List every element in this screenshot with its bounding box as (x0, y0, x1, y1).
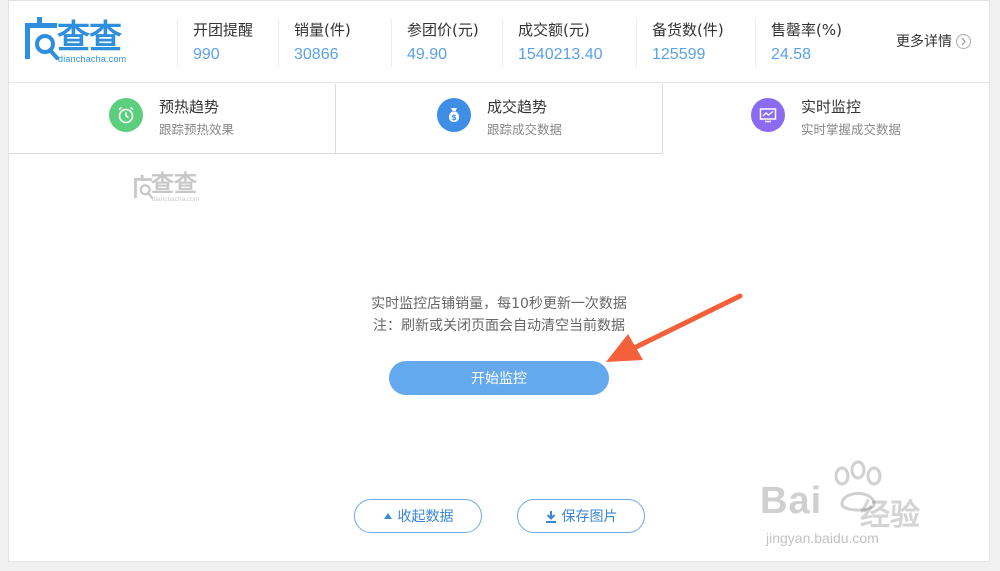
collapse-data-button[interactable]: 收起数据 (354, 499, 482, 533)
stat-stock: 备货数(件) 125599 (636, 19, 724, 67)
stat-value: 125599 (652, 46, 706, 63)
stat-label: 参团价(元) (407, 21, 479, 39)
start-monitor-button[interactable]: 开始监控 (389, 361, 609, 395)
stat-label: 销量(件) (294, 21, 351, 39)
baidu-brand: Bai (760, 480, 823, 522)
monitor-description: 实时监控店铺销量，每10秒更新一次数据 (371, 296, 627, 312)
more-details-label: 更多详情 (896, 34, 952, 50)
stat-value: 990 (193, 46, 220, 63)
tab-preheat-trend[interactable]: 预热趋势 跟踪预热效果 (109, 84, 329, 154)
triangle-up-icon (383, 512, 393, 520)
chevron-right-icon (956, 33, 971, 49)
tab-subtitle: 实时掌握成交数据 (801, 122, 902, 137)
logo-domain-text: dianchacha.com (58, 54, 127, 64)
tab-divider (9, 153, 663, 154)
save-image-label: 保存图片 (561, 509, 618, 525)
stat-sellout-rate: 售罄率(%) 24.58 (755, 19, 842, 67)
stat-value: 1540213.40 (518, 46, 603, 63)
stat-turnover: 成交额(元) 1540213.40 (502, 19, 603, 67)
tab-title: 实时监控 (801, 98, 862, 116)
stat-value: 49.90 (407, 46, 448, 63)
shop-search-logo-icon (134, 174, 153, 199)
tab-realtime-monitor[interactable]: 实时监控 实时掌握成交数据 (751, 84, 981, 154)
stat-label: 成交额(元) (518, 21, 590, 39)
tab-divider (335, 84, 336, 154)
shop-search-logo-icon (25, 17, 59, 60)
tab-subtitle: 跟踪成交数据 (487, 122, 563, 137)
baidu-jingyan-watermark: Bai 经验 jingyan.baidu.com (760, 460, 960, 560)
stat-label: 开团提醒 (193, 21, 254, 39)
monitor-chart-icon (751, 98, 785, 132)
money-bag-icon: $ (437, 98, 471, 132)
stat-value: 30866 (294, 46, 339, 63)
stat-label: 备货数(件) (652, 21, 724, 39)
monitor-note: 注：刷新或关闭页面会自动清空当前数据 (373, 318, 625, 334)
stats-header: 查查 dianchacha.com 开团提醒 990 销量(件) 30866 参… (9, 1, 989, 83)
baidu-url: jingyan.baidu.com (766, 530, 879, 546)
stat-sales: 销量(件) 30866 (278, 19, 351, 67)
stat-label: 售罄率(%) (771, 21, 842, 39)
baidu-jingyan-text: 经验 (860, 498, 920, 533)
logo-brand-text: 查查 (57, 17, 122, 56)
save-image-button[interactable]: 保存图片 (517, 499, 645, 533)
stat-reminders: 开团提醒 990 (177, 19, 253, 67)
dianchacha-logo[interactable]: 查查 dianchacha.com (23, 17, 143, 65)
watermark-domain: dianchacha.com (152, 196, 200, 203)
tab-title: 成交趋势 (487, 98, 548, 116)
tab-divider (662, 84, 663, 154)
collapse-data-label: 收起数据 (397, 509, 454, 525)
tab-deal-trend[interactable]: $ 成交趋势 跟踪成交数据 (437, 84, 657, 154)
alarm-clock-icon (109, 98, 143, 132)
more-details-link[interactable]: 更多详情 (896, 31, 971, 51)
watermark-brand: 查查 (151, 171, 197, 197)
svg-text:$: $ (451, 113, 457, 122)
stat-group-price: 参团价(元) 49.90 (391, 19, 479, 67)
tab-subtitle: 跟踪预热效果 (159, 122, 235, 137)
stat-value: 24.58 (771, 46, 812, 63)
download-icon (545, 510, 557, 523)
tab-title: 预热趋势 (159, 98, 220, 116)
